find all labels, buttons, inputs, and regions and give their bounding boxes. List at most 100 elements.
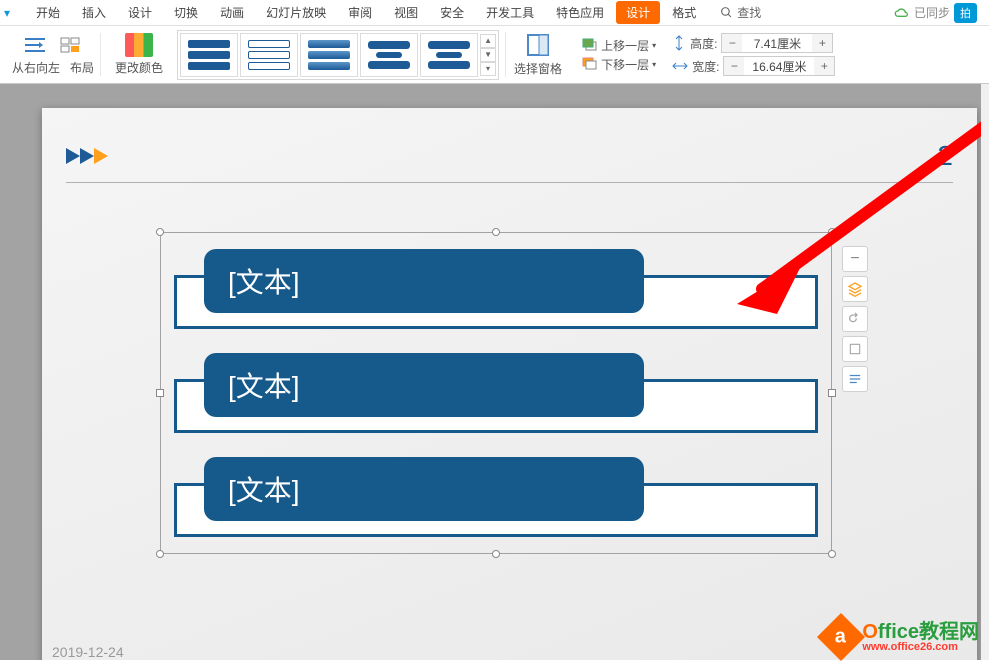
style-thumb-3[interactable] bbox=[300, 33, 358, 77]
height-value: 7.41厘米 bbox=[742, 35, 812, 52]
smartart-text[interactable]: [文本] bbox=[228, 469, 300, 509]
tab-review[interactable]: 审阅 bbox=[338, 1, 382, 24]
resize-handle[interactable] bbox=[828, 228, 836, 236]
color-swatch-icon bbox=[125, 33, 153, 57]
layer-group: 上移一层 ▾ 下移一层 ▾ bbox=[576, 37, 662, 73]
bring-forward-label: 上移一层 bbox=[601, 37, 649, 54]
smartart-item[interactable]: [文本] bbox=[174, 457, 818, 537]
height-icon bbox=[672, 35, 686, 51]
tab-design-context[interactable]: 设计 bbox=[616, 1, 660, 24]
slide-canvas[interactable]: 2 [文本] [文本] bbox=[42, 108, 977, 660]
chevron-icon bbox=[80, 148, 94, 164]
ribbon-content: 从右向左 布局 更改颜色 ▲ ▼ ▾ 选择窗格 上移一层 ▾ 下移一层 ▾ bbox=[0, 26, 989, 84]
width-label: 宽度: bbox=[692, 58, 719, 75]
smartart-text[interactable]: [文本] bbox=[228, 261, 300, 301]
ribbon-tabs: ▾ 开始 插入 设计 切换 动画 幻灯片放映 审阅 视图 安全 开发工具 特色应… bbox=[0, 0, 989, 26]
collapse-button[interactable]: − bbox=[842, 246, 868, 272]
dimension-group: 高度: − 7.41厘米 + 宽度: − 16.64厘米 + bbox=[668, 33, 839, 76]
send-backward-icon bbox=[582, 57, 598, 71]
search-icon bbox=[720, 6, 733, 19]
send-backward-label: 下移一层 bbox=[601, 56, 649, 73]
gallery-up-icon[interactable]: ▲ bbox=[480, 34, 496, 48]
sync-badge[interactable]: 拍 bbox=[954, 3, 977, 23]
crop-button[interactable] bbox=[842, 336, 868, 362]
scrollbar[interactable] bbox=[981, 84, 989, 660]
change-color-label: 更改颜色 bbox=[115, 59, 163, 76]
tab-devtools[interactable]: 开发工具 bbox=[476, 1, 544, 24]
search-box[interactable]: 查找 bbox=[720, 4, 761, 21]
smartart-item[interactable]: [文本] bbox=[174, 353, 818, 433]
height-increase[interactable]: + bbox=[812, 34, 832, 52]
resize-handle[interactable] bbox=[156, 550, 164, 558]
resize-handle[interactable] bbox=[492, 228, 500, 236]
workspace: 2 [文本] [文本] bbox=[0, 84, 989, 660]
send-backward-button[interactable]: 下移一层 ▾ bbox=[582, 56, 656, 73]
smartart-front-shape[interactable]: [文本] bbox=[204, 249, 644, 313]
layout-icon[interactable] bbox=[56, 33, 86, 57]
tab-transition[interactable]: 切换 bbox=[164, 1, 208, 24]
slide-header: 2 bbox=[66, 140, 953, 183]
dropdown-icon[interactable]: ▾ bbox=[4, 6, 24, 20]
floating-toolbar: − bbox=[842, 246, 870, 392]
resize-handle[interactable] bbox=[156, 228, 164, 236]
height-label: 高度: bbox=[690, 35, 717, 52]
chevron-icon bbox=[66, 148, 80, 164]
tab-slideshow[interactable]: 幻灯片放映 bbox=[256, 1, 336, 24]
smartart-front-shape[interactable]: [文本] bbox=[204, 353, 644, 417]
chevron-decoration bbox=[66, 148, 108, 164]
resize-handle[interactable] bbox=[156, 389, 164, 397]
watermark-logo: a Office教程网 www.office26.com bbox=[824, 620, 979, 654]
tab-view[interactable]: 视图 bbox=[384, 1, 428, 24]
chevron-down-icon[interactable]: ▾ bbox=[652, 41, 656, 50]
rtl-label: 从右向左 bbox=[12, 59, 60, 76]
page-number: 2 bbox=[937, 140, 953, 172]
change-color-button[interactable]: 更改颜色 bbox=[107, 33, 171, 76]
style-thumb-4[interactable] bbox=[360, 33, 418, 77]
height-input[interactable]: − 7.41厘米 + bbox=[721, 33, 833, 53]
smartart-selection[interactable]: [文本] [文本] [文本] bbox=[160, 232, 832, 554]
bring-forward-button[interactable]: 上移一层 ▾ bbox=[582, 37, 656, 54]
chevron-down-icon[interactable]: ▾ bbox=[652, 60, 656, 69]
tab-format[interactable]: 格式 bbox=[662, 1, 706, 24]
gallery-more-icon[interactable]: ▾ bbox=[480, 62, 496, 76]
width-decrease[interactable]: − bbox=[724, 57, 744, 75]
height-decrease[interactable]: − bbox=[722, 34, 742, 52]
width-value: 16.64厘米 bbox=[744, 58, 814, 75]
chevron-icon bbox=[94, 148, 108, 164]
smartart-front-shape[interactable]: [文本] bbox=[204, 457, 644, 521]
style-thumb-5[interactable] bbox=[420, 33, 478, 77]
sync-status[interactable]: 已同步 拍 bbox=[894, 3, 977, 23]
watermark-url: www.office26.com bbox=[862, 642, 979, 653]
gallery-scroll-buttons: ▲ ▼ ▾ bbox=[480, 34, 496, 76]
watermark-brand: Office教程网 bbox=[862, 622, 979, 642]
tab-insert[interactable]: 插入 bbox=[72, 1, 116, 24]
width-input[interactable]: − 16.64厘米 + bbox=[723, 56, 835, 76]
text-edit-button[interactable] bbox=[842, 366, 868, 392]
style-thumb-2[interactable] bbox=[240, 33, 298, 77]
smartart-style-gallery: ▲ ▼ ▾ bbox=[177, 30, 499, 80]
tab-design[interactable]: 设计 bbox=[118, 1, 162, 24]
smartart-text[interactable]: [文本] bbox=[228, 365, 300, 405]
rotate-button[interactable] bbox=[842, 306, 868, 332]
resize-handle[interactable] bbox=[828, 389, 836, 397]
slide-footer-date: 2019-12-24 bbox=[52, 644, 124, 660]
search-placeholder: 查找 bbox=[737, 4, 761, 21]
rtl-icon[interactable] bbox=[20, 33, 50, 57]
tab-start[interactable]: 开始 bbox=[26, 1, 70, 24]
selection-pane-button[interactable]: 选择窗格 bbox=[505, 32, 570, 77]
gallery-down-icon[interactable]: ▼ bbox=[480, 48, 496, 62]
smartart-content: [文本] [文本] [文本] bbox=[174, 246, 818, 540]
width-increase[interactable]: + bbox=[814, 57, 834, 75]
layers-button[interactable] bbox=[842, 276, 868, 302]
pane-icon bbox=[525, 32, 551, 58]
tab-special[interactable]: 特色应用 bbox=[546, 1, 614, 24]
resize-handle[interactable] bbox=[828, 550, 836, 558]
layout-label: 布局 bbox=[70, 59, 94, 76]
style-thumb-1[interactable] bbox=[180, 33, 238, 77]
resize-handle[interactable] bbox=[492, 550, 500, 558]
smartart-item[interactable]: [文本] bbox=[174, 249, 818, 329]
tab-security[interactable]: 安全 bbox=[430, 1, 474, 24]
selection-pane-label: 选择窗格 bbox=[514, 60, 562, 77]
bring-forward-icon bbox=[582, 38, 598, 52]
tab-animation[interactable]: 动画 bbox=[210, 1, 254, 24]
